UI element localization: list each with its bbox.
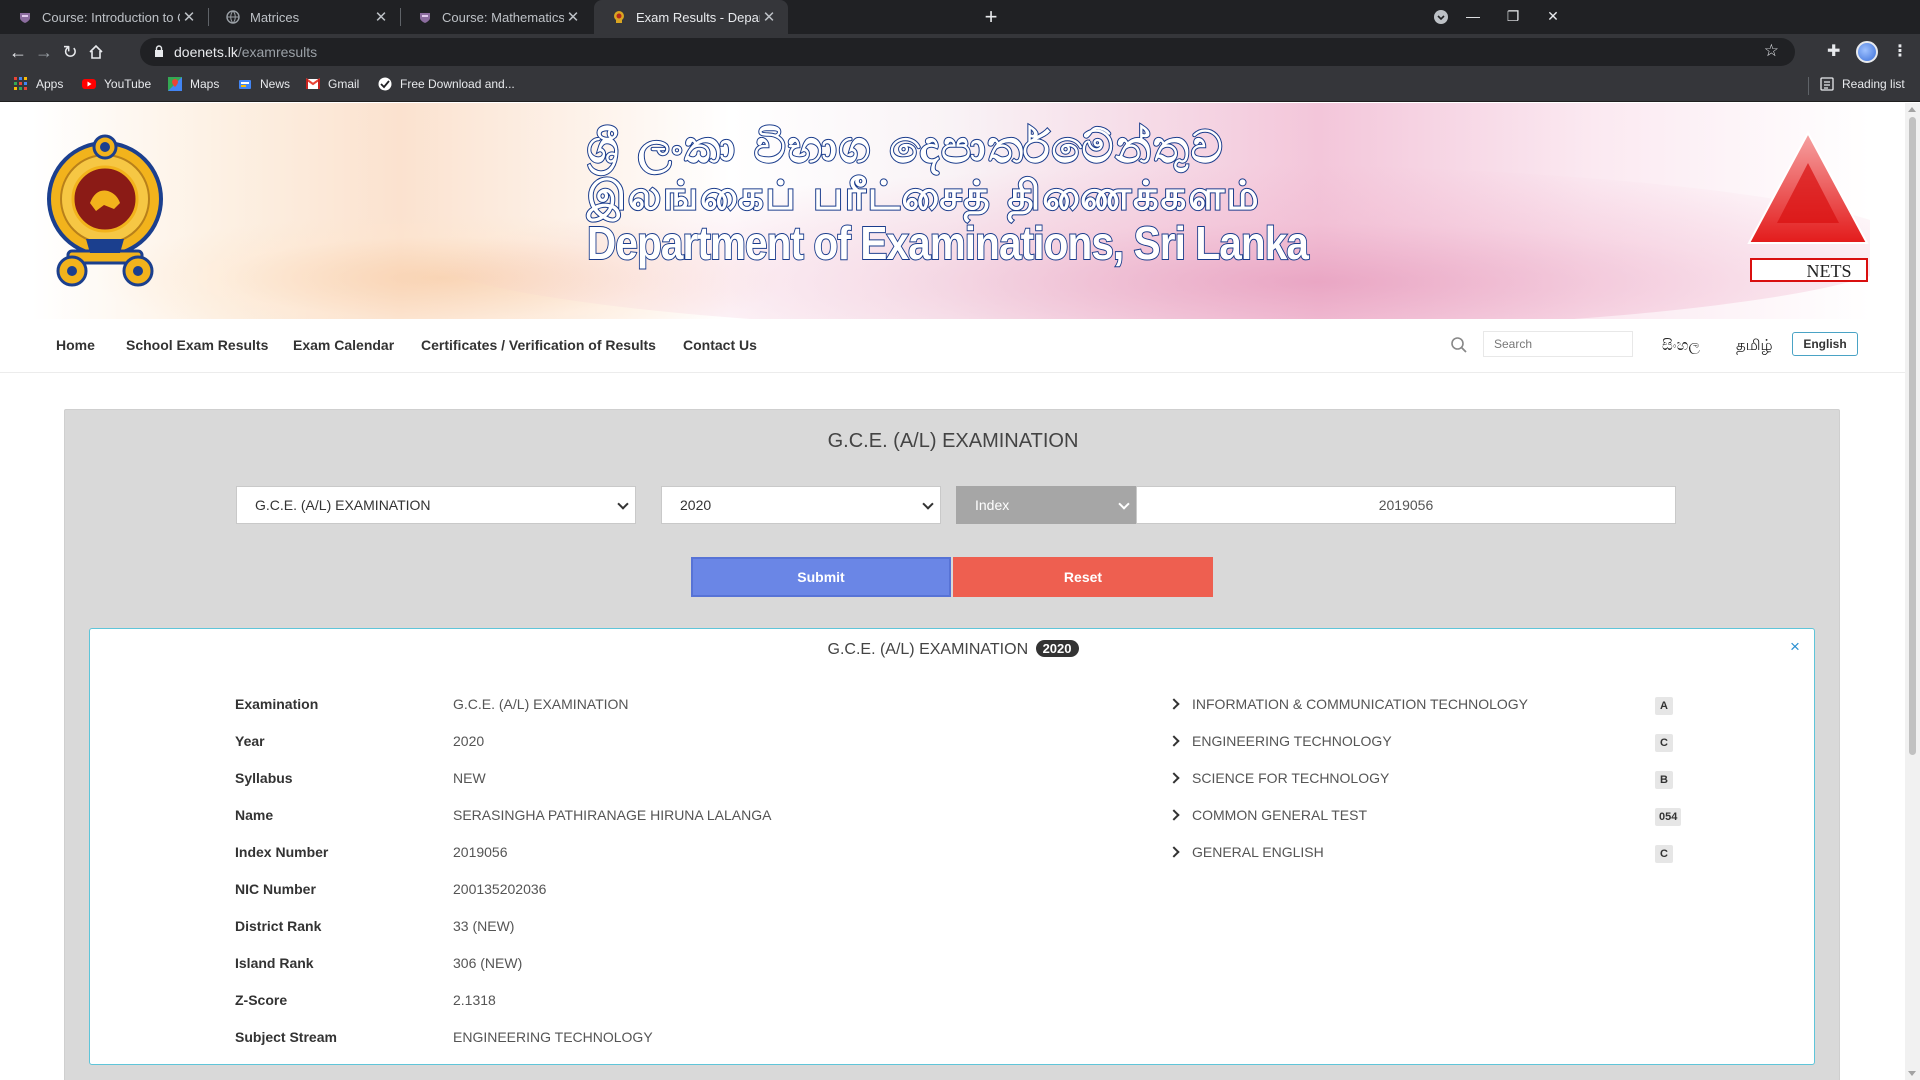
chrome-menu-icon[interactable]: ⋮	[1892, 41, 1908, 61]
globe-favicon-icon	[226, 10, 240, 24]
scroll-down-arrow-icon[interactable]	[1908, 1071, 1916, 1076]
nav-certificates-verification[interactable]: Certificates / Verification of Results	[421, 337, 656, 353]
home-button[interactable]	[84, 40, 108, 64]
bookmark-star-icon[interactable]: ☆	[1764, 41, 1779, 61]
banner-title: ශ්‍රී ලංකා විභාග දෙපාර්තමේන්තුව இலங்கைப்…	[586, 122, 1310, 270]
close-result-icon[interactable]: ×	[1790, 637, 1800, 657]
nav-exam-calendar[interactable]: Exam Calendar	[293, 337, 394, 353]
chevron-right-icon	[1168, 846, 1180, 858]
reading-list-icon	[1820, 77, 1834, 91]
grade-badge: 054	[1655, 808, 1682, 826]
sri-lanka-emblem-icon	[47, 134, 163, 287]
chevron-right-icon	[1168, 735, 1180, 747]
home-icon	[89, 44, 103, 59]
url-path: /examresults	[237, 44, 318, 60]
chevron-right-icon	[1168, 772, 1180, 784]
new-tab-button[interactable]: +	[978, 4, 1004, 30]
site-banner: ශ්‍රී ලංකා විභාග දෙපාර්තමේන්තුව இலங்கைப்…	[32, 103, 1870, 319]
site-search-input[interactable]	[1483, 331, 1633, 357]
address-bar[interactable]: doenets.lk/examresults ☆	[140, 38, 1795, 66]
submit-button[interactable]: Submit	[691, 557, 951, 597]
exam-title: G.C.E. (A/L) EXAMINATION	[827, 430, 1079, 452]
lang-english-button[interactable]: English	[1792, 332, 1858, 356]
svg-text:NETS: NETS	[1807, 261, 1852, 281]
tab-course-math-computing[interactable]: Course: Mathematics for Comput ✕	[400, 0, 592, 34]
chevron-down-icon	[922, 498, 934, 510]
grade-badge: C	[1655, 845, 1673, 863]
page-scrollbar[interactable]	[1905, 103, 1920, 1080]
reading-list-button[interactable]: Reading list	[1820, 77, 1905, 91]
nets-logo-icon: NETS	[1747, 130, 1869, 282]
lang-sinhala-link[interactable]: සිංහල	[1662, 336, 1700, 354]
banner-sinhala-title: ශ්‍රී ලංකා විභාග දෙපාර්තමේන්තුව	[586, 122, 1225, 173]
back-button[interactable]: ←	[6, 40, 30, 64]
news-icon	[239, 80, 251, 89]
banner-tamil-title: இலங்கைப் பரீட்சைத் திணைக்களம்	[586, 173, 1261, 220]
chevron-down-circle-icon	[1434, 10, 1448, 24]
bookmarks-bar: Apps YouTube Maps News Gmail Free Downlo…	[0, 70, 1920, 102]
page-viewport: ශ්‍රී ලංකා විභාග දෙපාර්තමේන්තුව இலங்கைப்…	[0, 103, 1905, 1080]
bookmark-maps[interactable]: Maps	[168, 77, 219, 91]
bookmark-free-download[interactable]: Free Download and...	[378, 77, 515, 91]
year-badge: 2020	[1035, 640, 1079, 657]
browser-tab-strip: Course: Introduction to Compute ✕ Matric…	[0, 0, 1920, 34]
download-site-icon	[378, 77, 392, 91]
scrollbar-thumb[interactable]	[1909, 117, 1916, 755]
lock-icon	[155, 45, 163, 57]
main-navigation: Home School Exam Results Exam Calendar C…	[0, 319, 1905, 373]
browser-toolbar: ← → ↻ doenets.lk/examresults ☆ ✚ ⋮	[0, 34, 1920, 70]
close-tab-icon[interactable]: ✕	[564, 8, 582, 26]
nav-contact-us[interactable]: Contact Us	[683, 337, 757, 353]
year-select[interactable]: 2020	[661, 486, 941, 524]
nav-home[interactable]: Home	[56, 337, 95, 353]
url-domain: doenets.lk	[174, 44, 238, 60]
search-icon[interactable]	[1450, 336, 1468, 354]
gmail-icon	[306, 78, 320, 89]
index-number-input[interactable]: 2019056	[1136, 486, 1676, 524]
scroll-up-arrow-icon[interactable]	[1908, 107, 1916, 112]
result-title: G.C.E. (A/L) EXAMINATION 2020	[90, 640, 1816, 659]
chevron-right-icon	[1168, 698, 1180, 710]
tab-course-intro-computer[interactable]: Course: Introduction to Compute ✕	[0, 0, 208, 34]
nav-school-exam-results[interactable]: School Exam Results	[126, 337, 268, 353]
exam-search-panel: G.C.E. (A/L) EXAMINATION G.C.E. (A/L) EX…	[64, 409, 1840, 1080]
result-card: G.C.E. (A/L) EXAMINATION 2020 × Examinat…	[89, 628, 1815, 1065]
bookmark-gmail[interactable]: Gmail	[306, 77, 359, 91]
chevron-down-icon	[617, 498, 629, 510]
apps-grid-icon	[14, 77, 27, 90]
emblem-favicon-icon	[614, 11, 624, 23]
extensions-puzzle-icon[interactable]: ✚	[1827, 41, 1840, 61]
tab-matrices[interactable]: Matrices ✕	[208, 0, 400, 34]
chevron-right-icon	[1168, 809, 1180, 821]
chevron-down-icon	[1118, 498, 1130, 510]
bookmark-apps[interactable]: Apps	[14, 77, 63, 91]
forward-button[interactable]: →	[32, 40, 56, 64]
reset-button[interactable]: Reset	[953, 557, 1213, 597]
close-window-button[interactable]: ✕	[1530, 0, 1576, 34]
lang-tamil-link[interactable]: தமிழ்	[1736, 336, 1773, 356]
close-tab-icon[interactable]: ✕	[372, 8, 390, 26]
profile-avatar[interactable]	[1856, 41, 1878, 63]
close-tab-icon[interactable]: ✕	[180, 8, 198, 26]
examination-select[interactable]: G.C.E. (A/L) EXAMINATION	[236, 486, 636, 524]
moodle-favicon-icon	[420, 13, 430, 23]
maps-icon	[168, 77, 182, 91]
youtube-icon	[82, 79, 96, 89]
grade-badge: C	[1655, 734, 1673, 752]
grade-badge: B	[1655, 771, 1673, 789]
bookmark-youtube[interactable]: YouTube	[82, 77, 151, 91]
tab-exam-results[interactable]: Exam Results - Department of Ex ✕	[594, 0, 788, 34]
moodle-favicon-icon	[20, 13, 30, 23]
reload-button[interactable]: ↻	[58, 40, 82, 64]
grade-badge: A	[1655, 697, 1673, 715]
bookmark-news[interactable]: News	[238, 77, 290, 91]
close-tab-icon[interactable]: ✕	[760, 8, 778, 26]
banner-english-title: Department of Examinations, Sri Lanka	[586, 217, 1310, 270]
search-type-select[interactable]: Index	[956, 486, 1137, 524]
